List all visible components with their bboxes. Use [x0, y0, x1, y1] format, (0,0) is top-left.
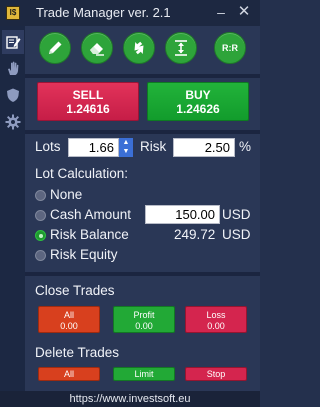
delete-trades-heading: Delete Trades	[35, 345, 120, 360]
risk-label: Risk	[140, 139, 167, 154]
close-loss-button[interactable]: Loss 0.00	[185, 306, 247, 333]
edit-icon	[6, 36, 21, 49]
lot-calculation-heading: Lot Calculation:	[35, 166, 129, 181]
risk-unit: %	[239, 139, 252, 154]
radio-none[interactable]	[35, 190, 46, 201]
delete-limit-button[interactable]: Limit	[113, 367, 175, 381]
buy-price: 1.24626	[176, 102, 220, 116]
title-bar: I$ Trade Manager ver. 2.1 – ✕	[0, 0, 260, 26]
close-all-value: 0.00	[60, 321, 78, 331]
divider	[25, 272, 260, 276]
pencil-icon	[49, 41, 62, 54]
divider	[25, 74, 260, 78]
spin-up-icon: ▲	[122, 139, 130, 146]
radio-cash-amount[interactable]	[35, 210, 46, 221]
close-all-button[interactable]: All 0.00	[38, 306, 100, 333]
close-profit-value: 0.00	[135, 321, 153, 331]
draw-lines-button[interactable]	[39, 32, 71, 64]
sell-label: SELL	[72, 88, 104, 102]
delete-stop-button[interactable]: Stop	[185, 367, 247, 381]
shield-icon	[7, 88, 19, 102]
sell-button[interactable]: SELL 1.24616	[37, 82, 139, 121]
risk-input[interactable]: 2.50	[173, 138, 235, 157]
close-loss-label: Loss	[206, 310, 226, 320]
cash-amount-unit: USD	[222, 207, 251, 222]
cash-amount-input[interactable]: 150.00	[145, 205, 220, 224]
risk-balance-value: 249.72	[174, 227, 216, 242]
close-button[interactable]: ✕	[237, 2, 251, 22]
clear-lines-button[interactable]	[81, 32, 113, 64]
close-all-label: All	[63, 310, 74, 320]
close-loss-value: 0.00	[207, 321, 225, 331]
buy-button[interactable]: BUY 1.24626	[147, 82, 249, 121]
sell-price: 1.24616	[66, 102, 110, 116]
close-profit-button[interactable]: Profit 0.00	[113, 306, 175, 333]
lots-input[interactable]: 1.66	[68, 138, 119, 157]
sidebar-item-edit[interactable]	[2, 30, 24, 54]
risk-reward-button[interactable]: R:R	[214, 32, 246, 64]
app-logo-icon: I$	[6, 6, 20, 20]
sidebar-item-hand[interactable]	[2, 56, 24, 80]
radio-risk-equity[interactable]	[35, 250, 46, 261]
eraser-icon	[90, 43, 104, 56]
option-cash-amount-label[interactable]: Cash Amount	[50, 207, 131, 222]
main-panel: R:R SELL 1.24616 BUY 1.24626 Lots 1.66 ▲…	[25, 26, 260, 391]
hand-icon	[8, 61, 19, 75]
gear-icon	[5, 114, 21, 130]
option-risk-equity-label[interactable]: Risk Equity	[50, 247, 118, 262]
lots-label: Lots	[35, 139, 61, 154]
risk-reward-icon: R:R	[222, 43, 238, 53]
expand-lines-button[interactable]	[165, 32, 197, 64]
sidebar-item-protection[interactable]	[2, 83, 24, 107]
spin-down-icon: ▼	[122, 148, 130, 155]
option-risk-balance-label[interactable]: Risk Balance	[50, 227, 129, 242]
divider	[25, 130, 260, 134]
risk-balance-unit: USD	[222, 227, 251, 242]
option-none-label[interactable]: None	[50, 187, 82, 202]
reverse-icon	[134, 41, 144, 55]
radio-risk-balance[interactable]	[35, 230, 46, 241]
toolbar: R:R	[25, 26, 260, 74]
sidebar-item-settings[interactable]	[2, 110, 24, 134]
reverse-button[interactable]	[123, 32, 155, 64]
minimize-button[interactable]: –	[214, 2, 228, 22]
window-title: Trade Manager ver. 2.1	[36, 5, 171, 20]
lots-spinner[interactable]: ▲ ▼	[119, 138, 133, 157]
footer-link[interactable]: https://www.investsoft.eu	[0, 391, 260, 407]
close-trades-heading: Close Trades	[35, 283, 115, 298]
close-profit-label: Profit	[133, 310, 155, 320]
sidebar	[0, 26, 25, 391]
delete-all-button[interactable]: All	[38, 367, 100, 381]
buy-label: BUY	[185, 88, 211, 102]
expand-vertical-icon	[175, 40, 187, 56]
